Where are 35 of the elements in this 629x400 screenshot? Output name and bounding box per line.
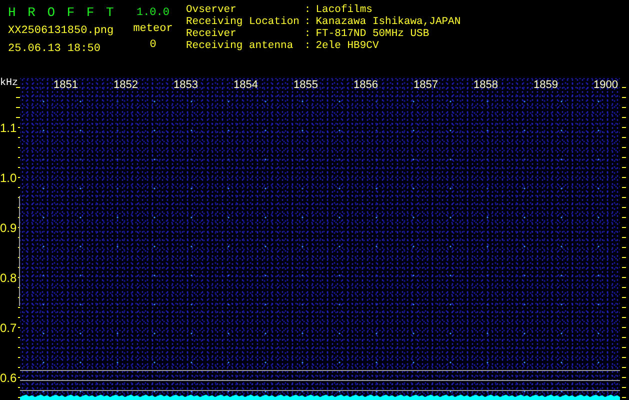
file-name: XX2506131850.png <box>8 24 114 39</box>
info-value: 2ele HB9CV <box>316 40 380 52</box>
info-value: Kanazawa Ishikawa,JAPAN <box>316 16 461 28</box>
separator-colon: : <box>304 16 311 28</box>
axis-label: 1859 <box>532 79 559 91</box>
axis-label: 0.6 <box>0 371 18 400</box>
info-value: FT-817ND 50MHz USB <box>316 28 430 40</box>
axis-label: 1858 <box>472 79 499 91</box>
axis-label: 1855 <box>292 79 319 91</box>
axis-label: 0.8 <box>0 271 18 321</box>
axis-label: 1857 <box>412 79 439 91</box>
meteor-count: 0 <box>150 38 156 52</box>
meteor-label: meteor <box>133 22 173 37</box>
info-label: Receiving Location <box>186 16 300 28</box>
info-label: Receiving antenna <box>186 40 294 52</box>
axis-label: 0.7 <box>0 321 18 371</box>
axis-label: 1852 <box>112 79 139 91</box>
separator-colon: : <box>304 4 311 16</box>
app-title: H R O F F T <box>8 4 116 22</box>
axis-label: 1854 <box>232 79 259 91</box>
axis-label: 1853 <box>172 79 199 91</box>
date-time: 25.06.13 18:50 <box>8 42 100 57</box>
info-value: Lacofilms <box>316 4 374 16</box>
info-label: Ovserver <box>186 4 238 16</box>
info-label: Receiver <box>186 28 238 40</box>
axis-label: 1856 <box>352 79 379 91</box>
version-label: 1.0.0 <box>136 6 170 20</box>
axis-label: 0.9 <box>0 221 18 271</box>
separator-colon: : <box>304 28 311 40</box>
axis-label: 1851 <box>52 79 79 91</box>
axis-label: 1.1 <box>0 121 18 171</box>
axis-unit: kHz <box>0 78 18 90</box>
axis-label: 1.0 <box>0 171 18 221</box>
axis-label: 1900 <box>592 79 619 91</box>
separator-colon: : <box>304 40 311 52</box>
